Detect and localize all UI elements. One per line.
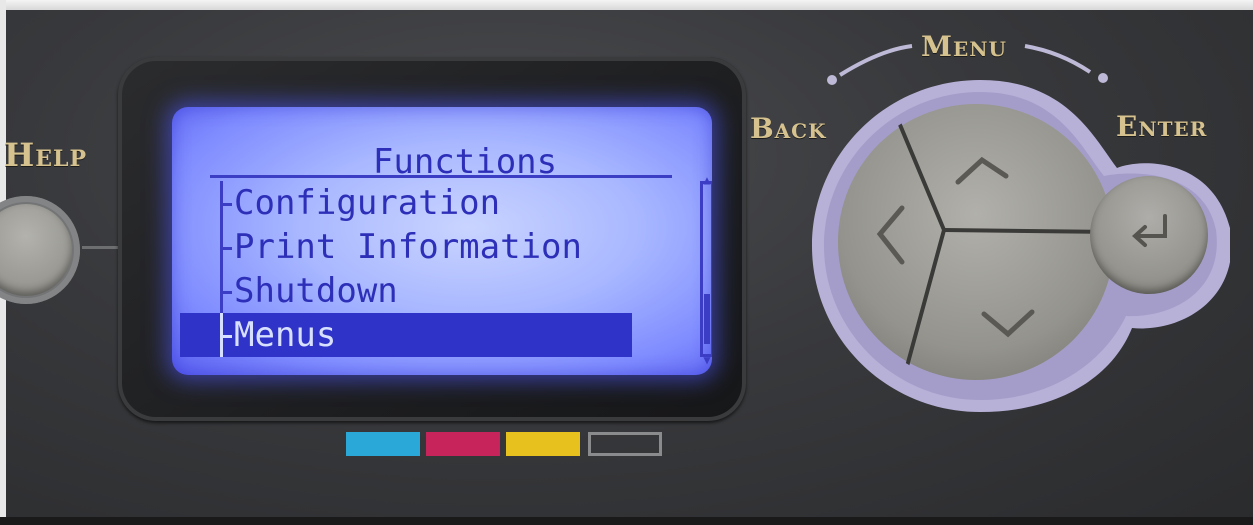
up-arrow-button[interactable] — [945, 128, 1115, 226]
lcd-title: Functions — [210, 137, 672, 179]
down-arrow-button[interactable] — [945, 236, 1110, 376]
tree-branch-icon — [210, 181, 232, 225]
help-label: Help — [4, 136, 88, 174]
tree-branch-icon — [210, 225, 232, 269]
panel-bottom-edge — [0, 517, 1253, 525]
menu-item-label: Menus — [234, 315, 337, 355]
menu-item-shutdown[interactable]: Shutdown — [210, 269, 630, 313]
toner-indicator-black — [588, 432, 662, 456]
lcd-screen: Functions Configuration Print Informatio… — [180, 137, 712, 366]
scroll-down-indicator-icon: ▼ — [703, 353, 711, 367]
scrollbar-thumb — [704, 294, 710, 344]
menu-item-print-information[interactable]: Print Information — [210, 225, 630, 269]
lcd-scrollbar — [700, 181, 712, 357]
toner-indicator-magenta — [426, 432, 500, 456]
tree-branch-icon — [210, 313, 232, 357]
help-button-cap[interactable] — [0, 204, 72, 296]
panel-top-edge — [0, 0, 1253, 10]
menu-item-label: Print Information — [234, 227, 582, 267]
menu-item-configuration[interactable]: Configuration — [210, 181, 630, 225]
menu-item-label: Shutdown — [234, 271, 398, 311]
lcd-display: Functions Configuration Print Informatio… — [172, 107, 712, 375]
menu-item-label: Configuration — [234, 183, 501, 223]
toner-indicator-yellow — [506, 432, 580, 456]
toner-indicator-cyan — [346, 432, 420, 456]
lcd-title-text: Functions — [372, 142, 558, 182]
tree-branch-icon — [210, 269, 232, 313]
menu-item-menus[interactable]: Menus — [180, 313, 632, 357]
back-left-arrow-button[interactable] — [840, 150, 940, 310]
enter-return-icon — [1132, 214, 1167, 247]
